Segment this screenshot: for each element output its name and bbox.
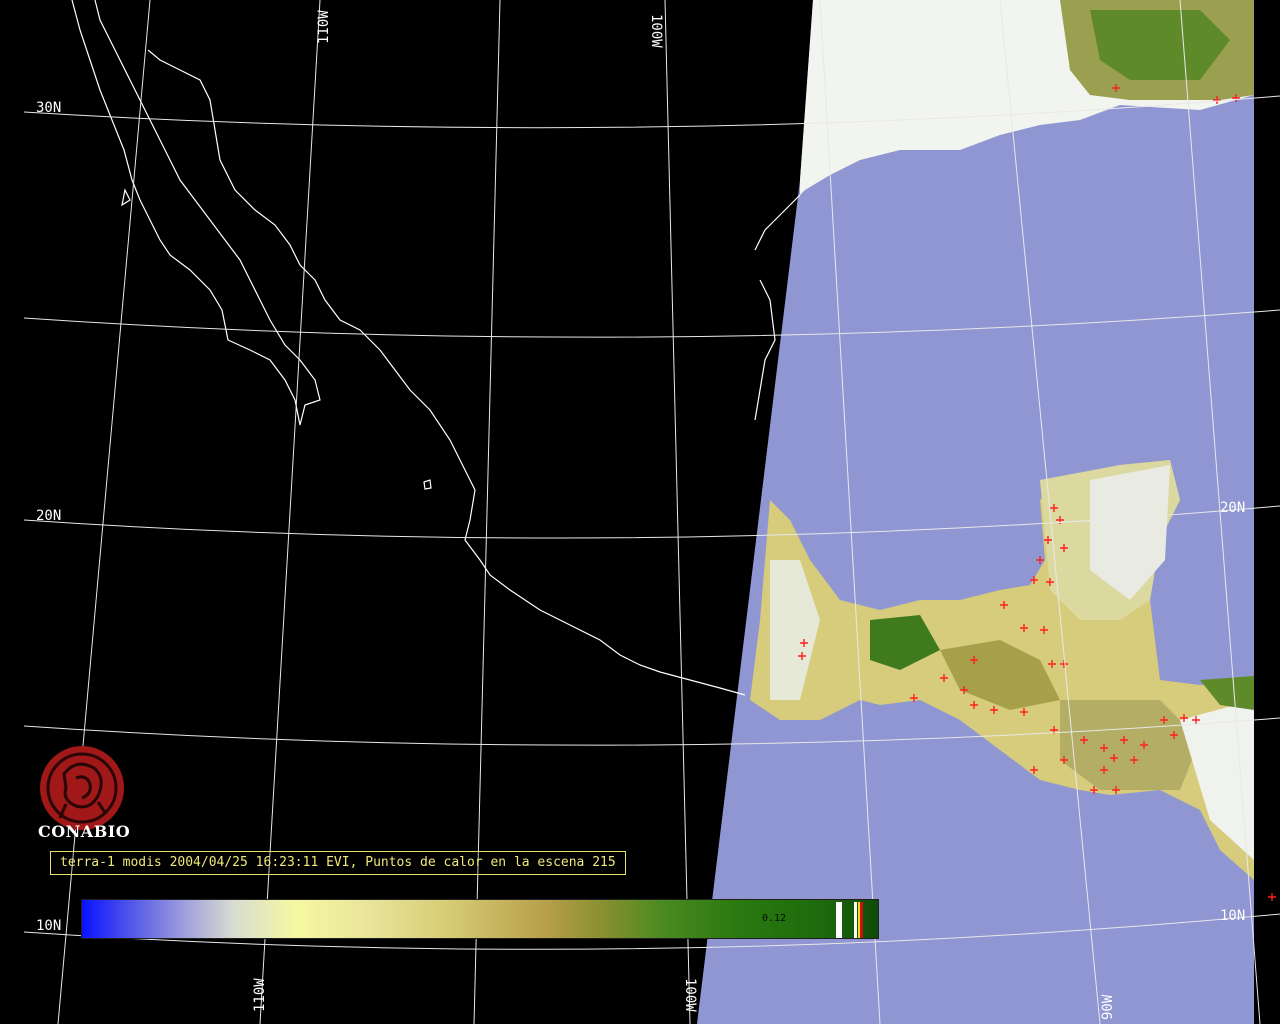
coastline <box>71 0 801 696</box>
scene-caption: terra-1 modis 2004/04/25 16:23:11 EVI, P… <box>50 851 626 875</box>
lat-label-10n: 10N <box>36 918 61 934</box>
color-scale-marker-red <box>860 902 863 938</box>
color-scale-marker-white-2 <box>854 902 857 938</box>
color-scale-marker-white <box>836 902 842 938</box>
lat-label-20n-east: 20N <box>1220 500 1245 516</box>
lon-label-100w-top: 100W <box>648 14 664 48</box>
satellite-swath <box>697 0 1254 1024</box>
lat-label-30n: 30N <box>36 100 61 116</box>
satellite-map-view: 30N 20N 10N 20N 10N 110W 100W 110W 100W … <box>0 0 1280 1024</box>
color-scale-tick-label: 0.12 <box>762 913 787 924</box>
evi-color-scale: 0.12 <box>81 899 879 939</box>
lat-label-20n: 20N <box>36 508 61 524</box>
hotspot-marker-edge <box>1268 893 1276 901</box>
lon-label-90w-bottom: 90W <box>1100 994 1116 1020</box>
lat-label-10n-east: 10N <box>1220 908 1245 924</box>
conabio-logo-text: CONABIO <box>38 822 131 841</box>
lon-label-110w-bottom: 110W <box>252 978 268 1012</box>
lon-label-100w-bottom: 100W <box>682 978 698 1012</box>
lon-label-110w-top: 110W <box>316 10 332 44</box>
